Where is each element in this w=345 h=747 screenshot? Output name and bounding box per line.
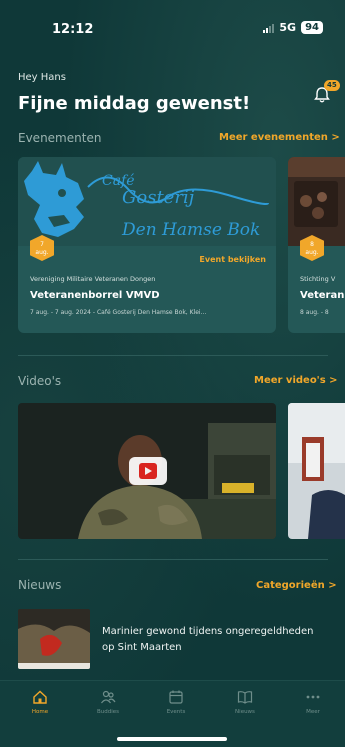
date-badge-month: aug. <box>35 249 49 256</box>
news-item-title[interactable]: Marinier gewond tijdens ongeregeldheden … <box>102 624 327 656</box>
section-divider <box>18 355 328 356</box>
play-icon <box>139 463 157 479</box>
news-thumbnail[interactable] <box>18 609 90 669</box>
event-image <box>288 157 345 246</box>
status-bar: 12:12 5G 94 <box>0 0 345 44</box>
date-badge-day: 7 <box>40 241 44 248</box>
date-badge-day: 8 <box>310 241 314 248</box>
page-title: Fijne middag gewenst! <box>18 93 251 114</box>
events-section-title: Evenementen <box>18 131 102 145</box>
tab-buddies[interactable]: Buddies <box>78 689 138 715</box>
play-button[interactable] <box>129 457 167 485</box>
tab-home[interactable]: Home <box>10 689 70 715</box>
network-label: 5G <box>279 21 297 34</box>
video-image <box>288 403 345 539</box>
news-section-title: Nieuws <box>18 578 62 592</box>
status-indicators: 5G 94 <box>263 21 323 34</box>
tab-label: Meer <box>306 709 320 715</box>
video-thumbnail[interactable] <box>288 403 345 539</box>
more-icon <box>306 695 320 699</box>
people-icon <box>101 690 116 704</box>
status-time: 12:12 <box>52 22 94 37</box>
event-image-text-2: Gosterij <box>122 187 195 208</box>
news-categories-link[interactable]: Categorieën > <box>256 580 337 591</box>
home-indicator <box>117 737 227 741</box>
tab-label: Home <box>31 709 49 715</box>
date-badge-month: aug. <box>305 249 319 256</box>
tab-nieuws[interactable]: Nieuws <box>215 689 275 715</box>
battery-icon: 94 <box>301 21 323 34</box>
more-videos-link[interactable]: Meer video's > <box>254 375 338 386</box>
book-icon <box>237 691 253 704</box>
tab-events[interactable]: Events <box>146 689 206 715</box>
event-card[interactable]: 8 aug. Stichting V Veteran 8 aug. - 8 <box>288 157 345 333</box>
videos-section-title: Video's <box>18 374 62 388</box>
event-organizer: Vereniging Militaire Veteranen Dongen <box>30 275 156 283</box>
app-screen: 12:12 5G 94 Hey Hans Fijne middag gewens… <box>0 0 345 747</box>
view-event-button[interactable]: Event bekijken <box>199 255 266 264</box>
event-title: Veteranenborrel VMVD <box>30 290 160 301</box>
event-title: Veteran <box>300 290 345 301</box>
event-image: Café Gosterij Den Hamse Bok <box>18 157 276 246</box>
section-divider <box>18 559 328 560</box>
notification-badge: 45 <box>324 80 340 91</box>
signal-icon <box>263 23 275 33</box>
news-image <box>18 609 90 669</box>
home-icon <box>33 690 47 704</box>
more-events-link[interactable]: Meer evenementen > <box>219 132 340 143</box>
event-meta: 8 aug. - 8 <box>300 309 329 316</box>
event-meta: 7 aug. - 7 aug. 2024 - Café Gosterij Den… <box>30 309 207 316</box>
tab-label: Events <box>166 709 186 715</box>
event-organizer: Stichting V <box>300 275 336 283</box>
calendar-icon <box>169 690 183 704</box>
event-image-text-3: Den Hamse Bok <box>121 220 260 240</box>
tab-label: Buddies <box>96 709 120 715</box>
tab-label: Nieuws <box>235 709 255 715</box>
greeting: Hey Hans <box>18 72 66 83</box>
tab-meer[interactable]: Meer <box>283 689 343 715</box>
event-card[interactable]: Café Gosterij Den Hamse Bok 7 aug. Event… <box>18 157 276 333</box>
